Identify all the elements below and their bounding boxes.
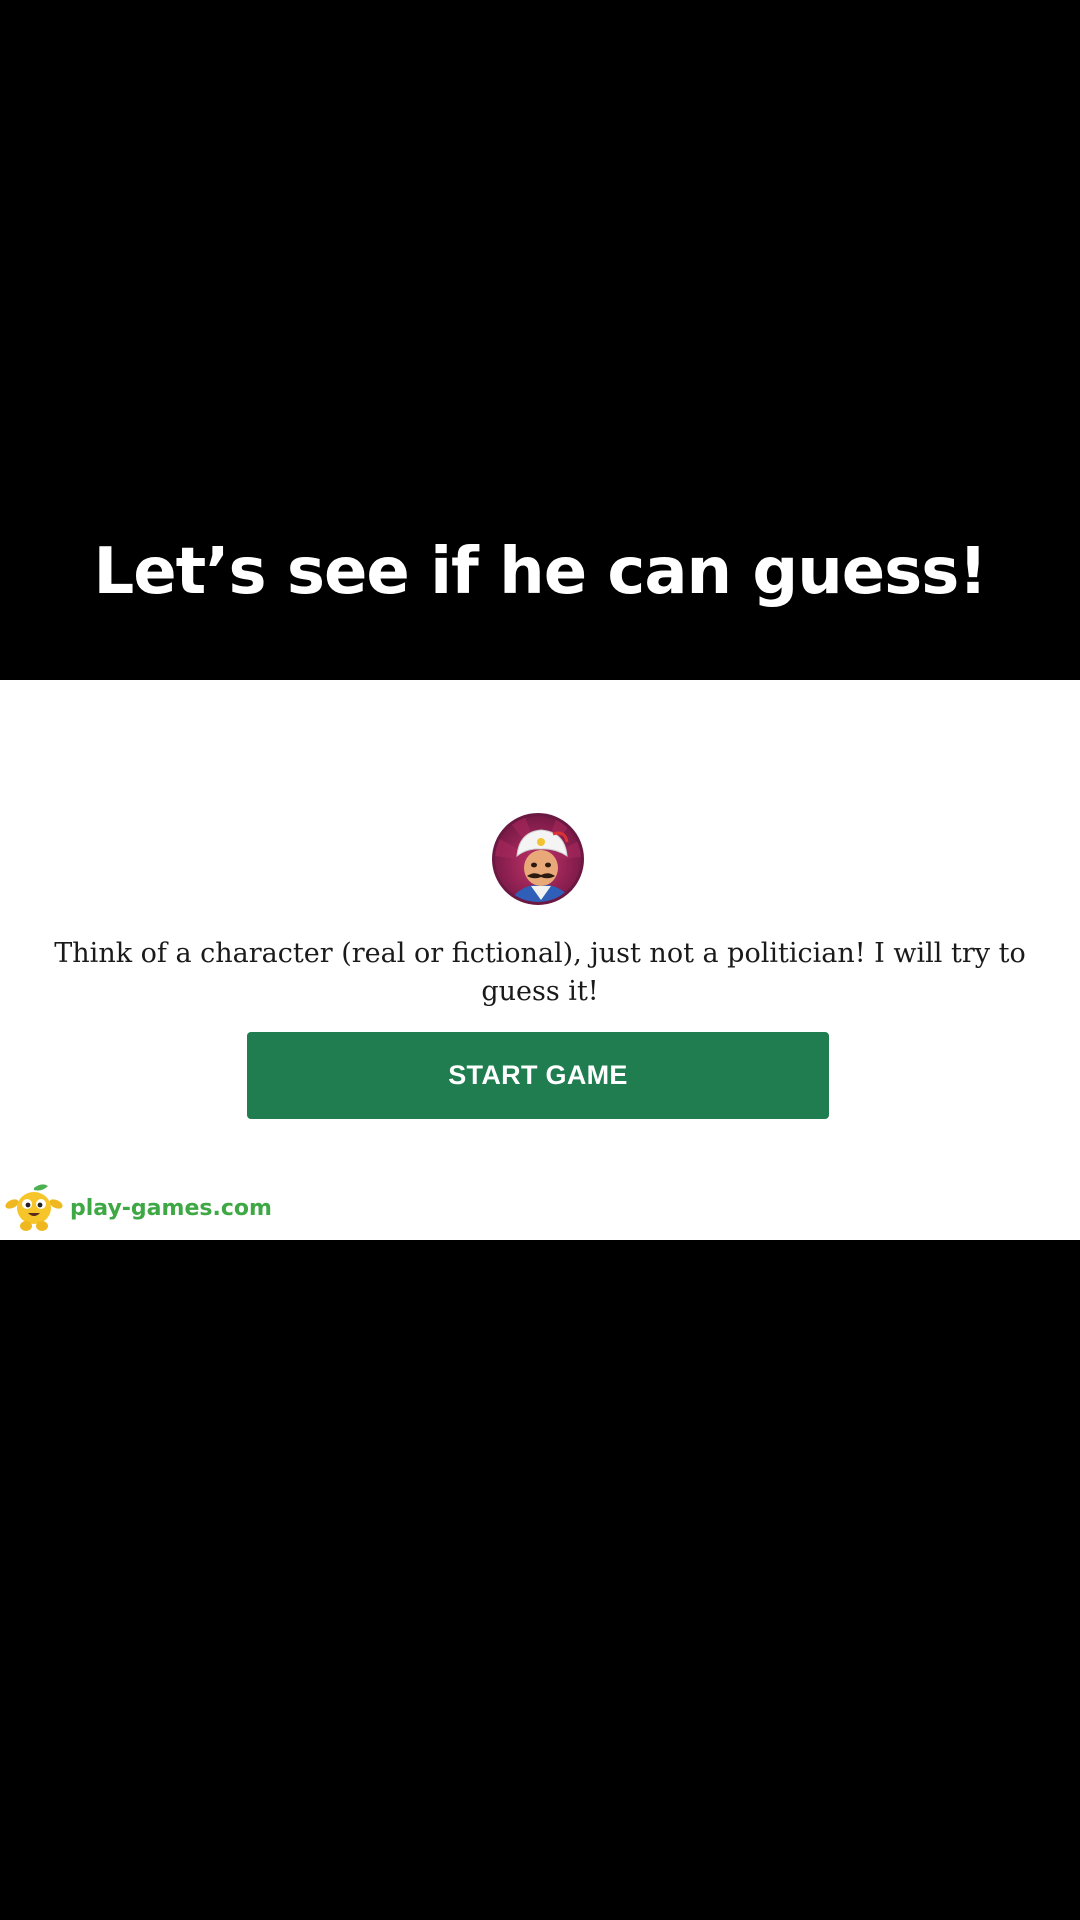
site-name-text: play-games.com [70, 1195, 272, 1221]
video-caption: Let’s see if he can guess! [93, 535, 987, 609]
monster-mascot-icon [5, 1184, 63, 1231]
game-panel: Think of a character (real or fictional)… [0, 680, 1080, 1240]
start-game-button[interactable]: START GAME [247, 1032, 829, 1119]
site-brand-link[interactable]: play-games.com [4, 1182, 272, 1234]
genie-avatar-icon [492, 813, 584, 905]
game-prompt-text: Think of a character (real or fictional)… [54, 938, 1026, 1007]
